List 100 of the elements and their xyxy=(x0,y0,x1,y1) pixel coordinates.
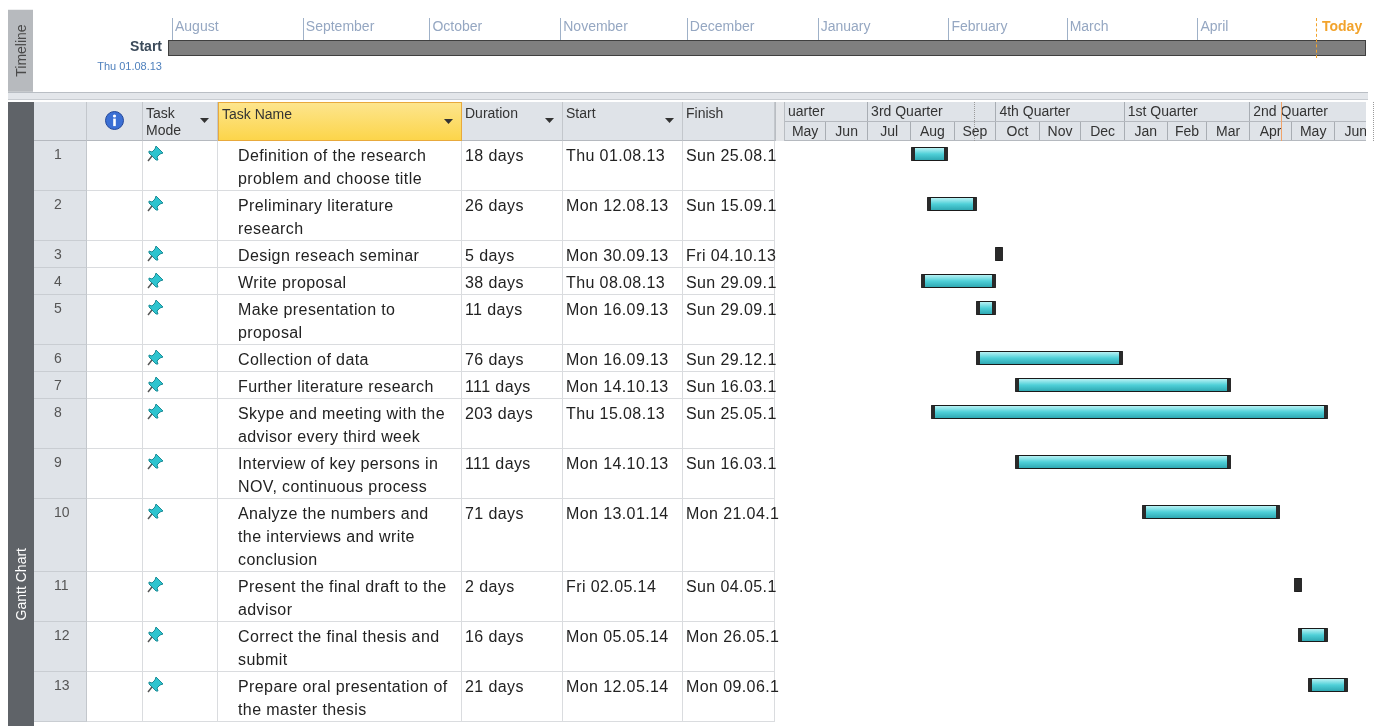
row-number: 1 xyxy=(34,140,87,191)
month-label: Aug xyxy=(911,121,955,140)
task-name-cell: Preliminary literature research xyxy=(218,190,462,241)
column-header[interactable]: Duration xyxy=(462,101,563,141)
start-cell: Mon 14.10.13 xyxy=(563,448,683,499)
today-marker xyxy=(1316,18,1317,58)
start-cell: Fri 02.05.14 xyxy=(563,571,683,622)
start-cell: Mon 12.05.14 xyxy=(563,671,683,722)
pushpin-icon xyxy=(147,575,164,593)
duration-cell: 2 days xyxy=(462,571,563,622)
task-name-cell: Present the final draft to the advisor xyxy=(218,571,462,622)
task-bar xyxy=(1307,677,1348,692)
column-header[interactable]: Task Mode xyxy=(143,101,218,141)
finish-cell: Sun 25.05.1 xyxy=(683,398,775,449)
pushpin-icon xyxy=(147,194,164,212)
pushpin-icon xyxy=(147,452,164,470)
month-label: Jun xyxy=(1335,121,1366,140)
start-cell: Mon 14.10.13 xyxy=(563,371,683,399)
pushpin-icon xyxy=(147,375,164,393)
month-label: Nov xyxy=(1039,121,1082,140)
timeline-month: March xyxy=(1066,18,1109,40)
finish-cell: Sun 16.03.1 xyxy=(683,448,775,499)
start-date: Thu 01.08.13 xyxy=(97,60,162,72)
month-label: Jul xyxy=(868,121,912,140)
duration-cell: 16 days xyxy=(462,621,563,672)
month-label: Mar xyxy=(1207,121,1251,140)
month-label: Apr xyxy=(1250,121,1293,140)
gantt-chart-tab[interactable]: Gantt Chart xyxy=(8,101,34,726)
row-number: 3 xyxy=(34,240,87,268)
task-bar xyxy=(1293,577,1302,592)
start-label: Start xyxy=(130,38,162,54)
task-bar xyxy=(911,146,948,161)
row-number: 2 xyxy=(34,190,87,241)
column-header[interactable]: Start xyxy=(563,101,683,141)
duration-cell: 21 days xyxy=(462,671,563,722)
pane-splitter[interactable] xyxy=(775,101,785,141)
row-number: 7 xyxy=(34,371,87,399)
month-label: Dec xyxy=(1081,121,1125,140)
timeline-month: April xyxy=(1197,18,1229,40)
timeline-month: November xyxy=(560,18,628,40)
indicator-column-header[interactable] xyxy=(87,101,143,141)
row-number: 5 xyxy=(34,294,87,345)
timeline-month: January xyxy=(817,18,871,40)
row-number: 13 xyxy=(34,671,87,722)
row-number: 4 xyxy=(34,267,87,295)
timeline-month: September xyxy=(302,18,375,40)
finish-cell: Sun 29.12.1 xyxy=(683,344,775,372)
task-name-cell: Interview of key persons in NOV, continuous process xyxy=(218,448,462,499)
duration-cell: 26 days xyxy=(462,190,563,241)
month-label: Sep xyxy=(954,121,997,140)
duration-cell: 71 days xyxy=(462,498,563,572)
task-name-cell: Further literature research xyxy=(218,371,462,399)
month-label: Oct xyxy=(996,121,1040,140)
corner-header xyxy=(34,101,87,141)
timeline-month: August xyxy=(172,18,219,40)
task-bar xyxy=(995,246,1004,261)
start-cell: Mon 13.01.14 xyxy=(563,498,683,572)
task-name-cell: Skype and meeting with the advisor every third week xyxy=(218,398,462,449)
start-cell: Mon 16.09.13 xyxy=(563,294,683,345)
finish-cell: Sun 04.05.1 xyxy=(683,571,775,622)
start-cell: Thu 01.08.13 xyxy=(563,140,683,191)
duration-cell: 111 days xyxy=(462,371,563,399)
quarter-label: uarter xyxy=(785,101,869,121)
duration-cell: 18 days xyxy=(462,140,563,191)
finish-cell: Fri 04.10.13 xyxy=(683,240,775,268)
finish-cell: Sun 29.09.1 xyxy=(683,294,775,345)
row-number: 12 xyxy=(34,621,87,672)
row-number: 10 xyxy=(34,498,87,572)
month-label: Jun xyxy=(826,121,869,140)
task-name-cell: Correct the final thesis and submit xyxy=(218,621,462,672)
finish-cell: Sun 29.09.1 xyxy=(683,267,775,295)
quarter-label: 2nd Quarter xyxy=(1250,101,1366,121)
info-icon xyxy=(105,110,124,130)
duration-cell: 5 days xyxy=(462,240,563,268)
pushpin-icon xyxy=(147,675,164,693)
duration-cell: 203 days xyxy=(462,398,563,449)
finish-cell: Sun 25.08.1 xyxy=(683,140,775,191)
task-name-cell: Design reseach seminar xyxy=(218,240,462,268)
start-cell: Thu 08.08.13 xyxy=(563,267,683,295)
task-name-cell: Make presentation to proposal xyxy=(218,294,462,345)
pushpin-icon xyxy=(147,298,164,316)
start-cell: Thu 15.08.13 xyxy=(563,398,683,449)
task-name-cell: Analyze the numbers and the interviews and write conclusion xyxy=(218,498,462,572)
column-header[interactable]: Task Name xyxy=(218,101,462,141)
timeline-month: December xyxy=(686,18,755,40)
start-cell: Mon 05.05.14 xyxy=(563,621,683,672)
start-cell: Mon 16.09.13 xyxy=(563,344,683,372)
start-cell: Mon 30.09.13 xyxy=(563,240,683,268)
pushpin-icon xyxy=(147,402,164,420)
row-number: 11 xyxy=(34,571,87,622)
quarter-label: 3rd Quarter xyxy=(868,101,997,121)
month-label: Feb xyxy=(1167,121,1207,140)
finish-cell: Sun 16.03.1 xyxy=(683,371,775,399)
today-label: Today xyxy=(1322,18,1363,34)
timeline-tab[interactable]: Timeline xyxy=(8,10,33,92)
timeline-month: October xyxy=(429,18,483,40)
row-number: 8 xyxy=(34,398,87,449)
duration-cell: 111 days xyxy=(462,448,563,499)
finish-cell: Sun 15.09.1 xyxy=(683,190,775,241)
column-header[interactable]: Finish xyxy=(683,101,775,141)
